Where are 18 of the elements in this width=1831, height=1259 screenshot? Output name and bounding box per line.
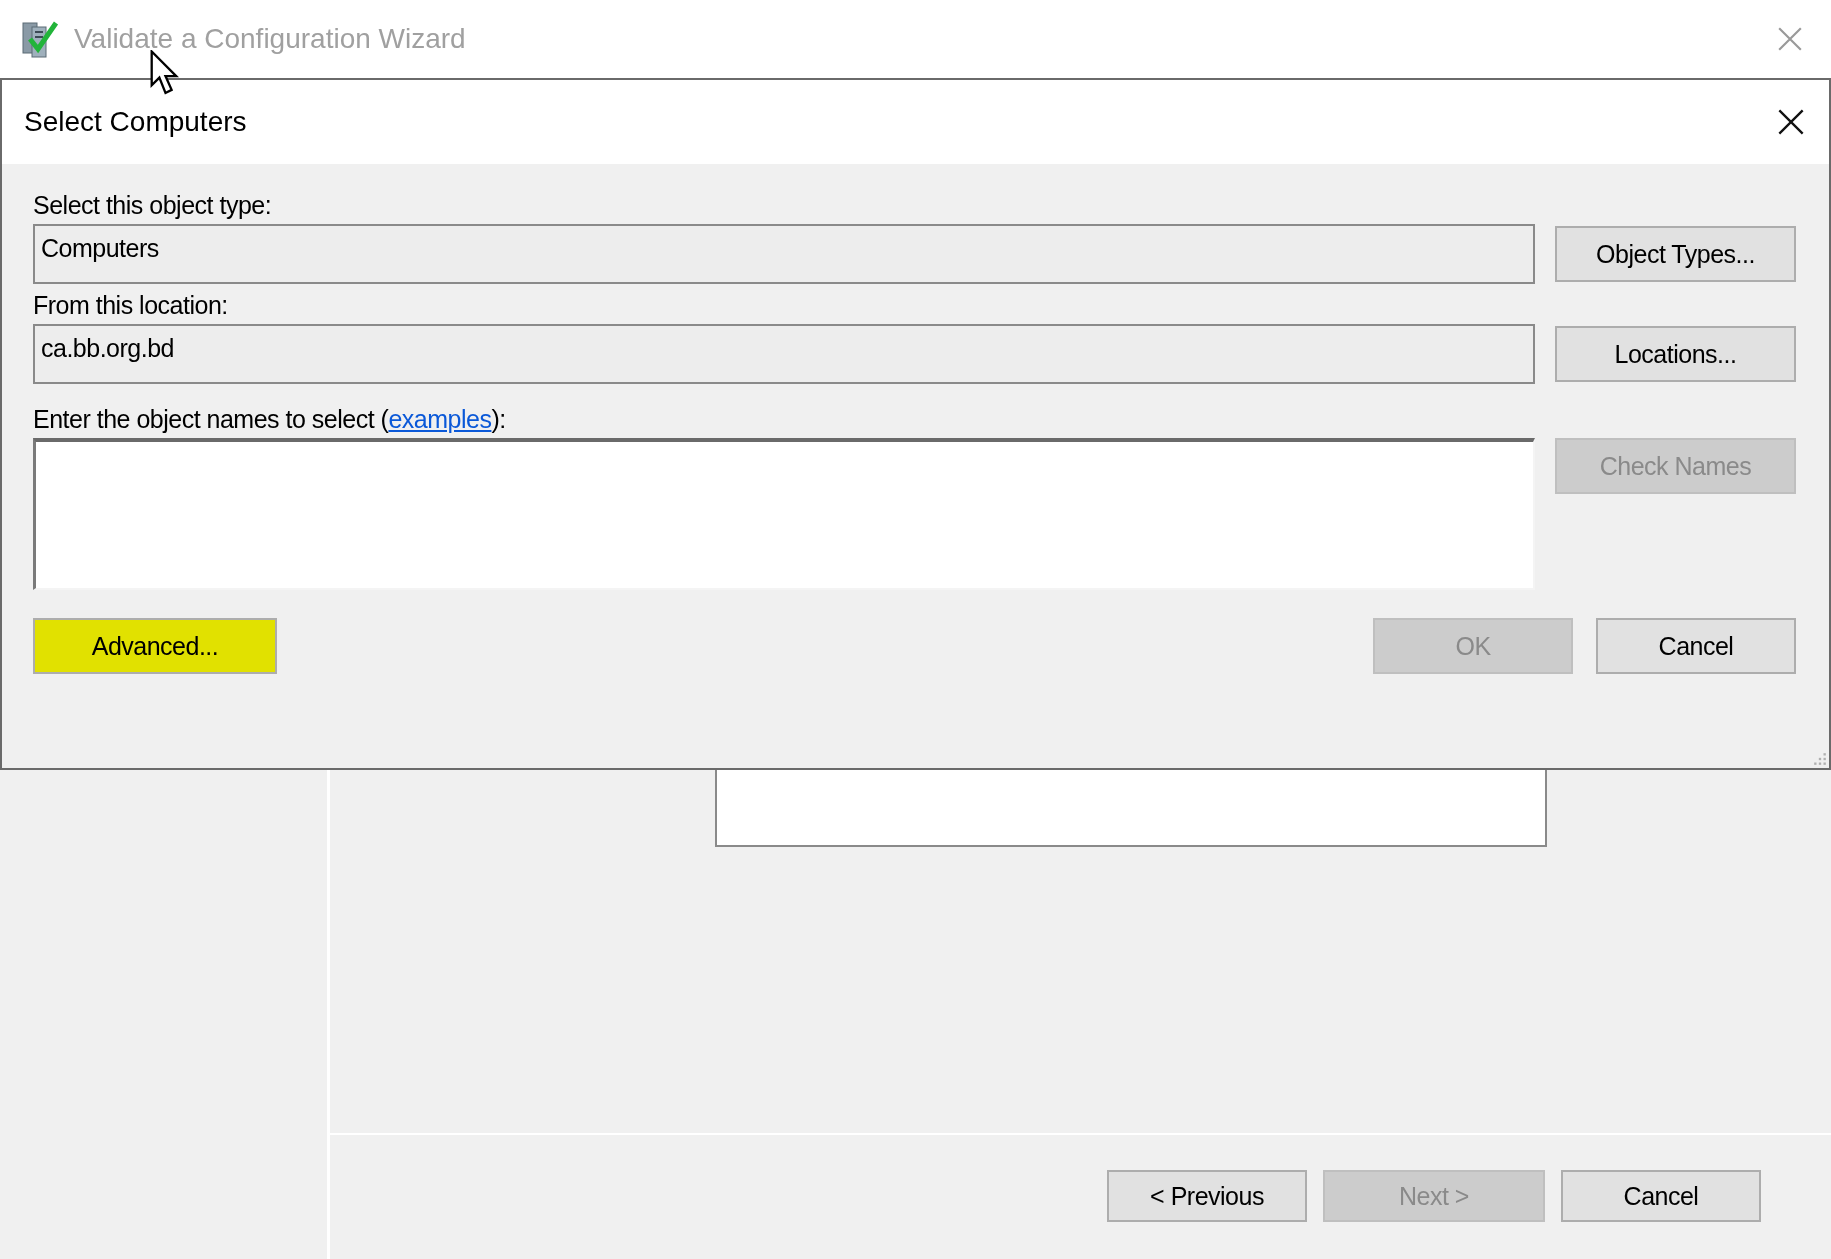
resize-grip-icon[interactable] (1813, 752, 1827, 766)
examples-link[interactable]: examples (388, 405, 492, 433)
names-input-field[interactable] (33, 438, 1535, 590)
cancel-button[interactable]: Cancel (1596, 618, 1796, 674)
advanced-button[interactable]: Advanced... (33, 618, 277, 674)
dialog-button[interactable]: Locations... (1555, 326, 1796, 382)
dialog-button[interactable]: Object Types... (1555, 226, 1796, 282)
field-label: Enter the object names to select (examples): (33, 404, 507, 434)
close-icon[interactable] (1777, 108, 1805, 136)
text-field[interactable]: ca.bb.org.bd (33, 324, 1535, 384)
dialog-title: Select Computers (24, 106, 248, 138)
field-label: Select this object type: (33, 190, 273, 220)
wizard-button[interactable]: < Previous (1107, 1170, 1307, 1222)
text-field[interactable]: Computers (33, 224, 1535, 284)
window-title: Validate a Configuration Wizard (74, 23, 467, 55)
field-label: From this location: (33, 290, 229, 320)
server-checkmark-icon (20, 19, 60, 59)
wizard-button[interactable]: Cancel (1561, 1170, 1761, 1222)
